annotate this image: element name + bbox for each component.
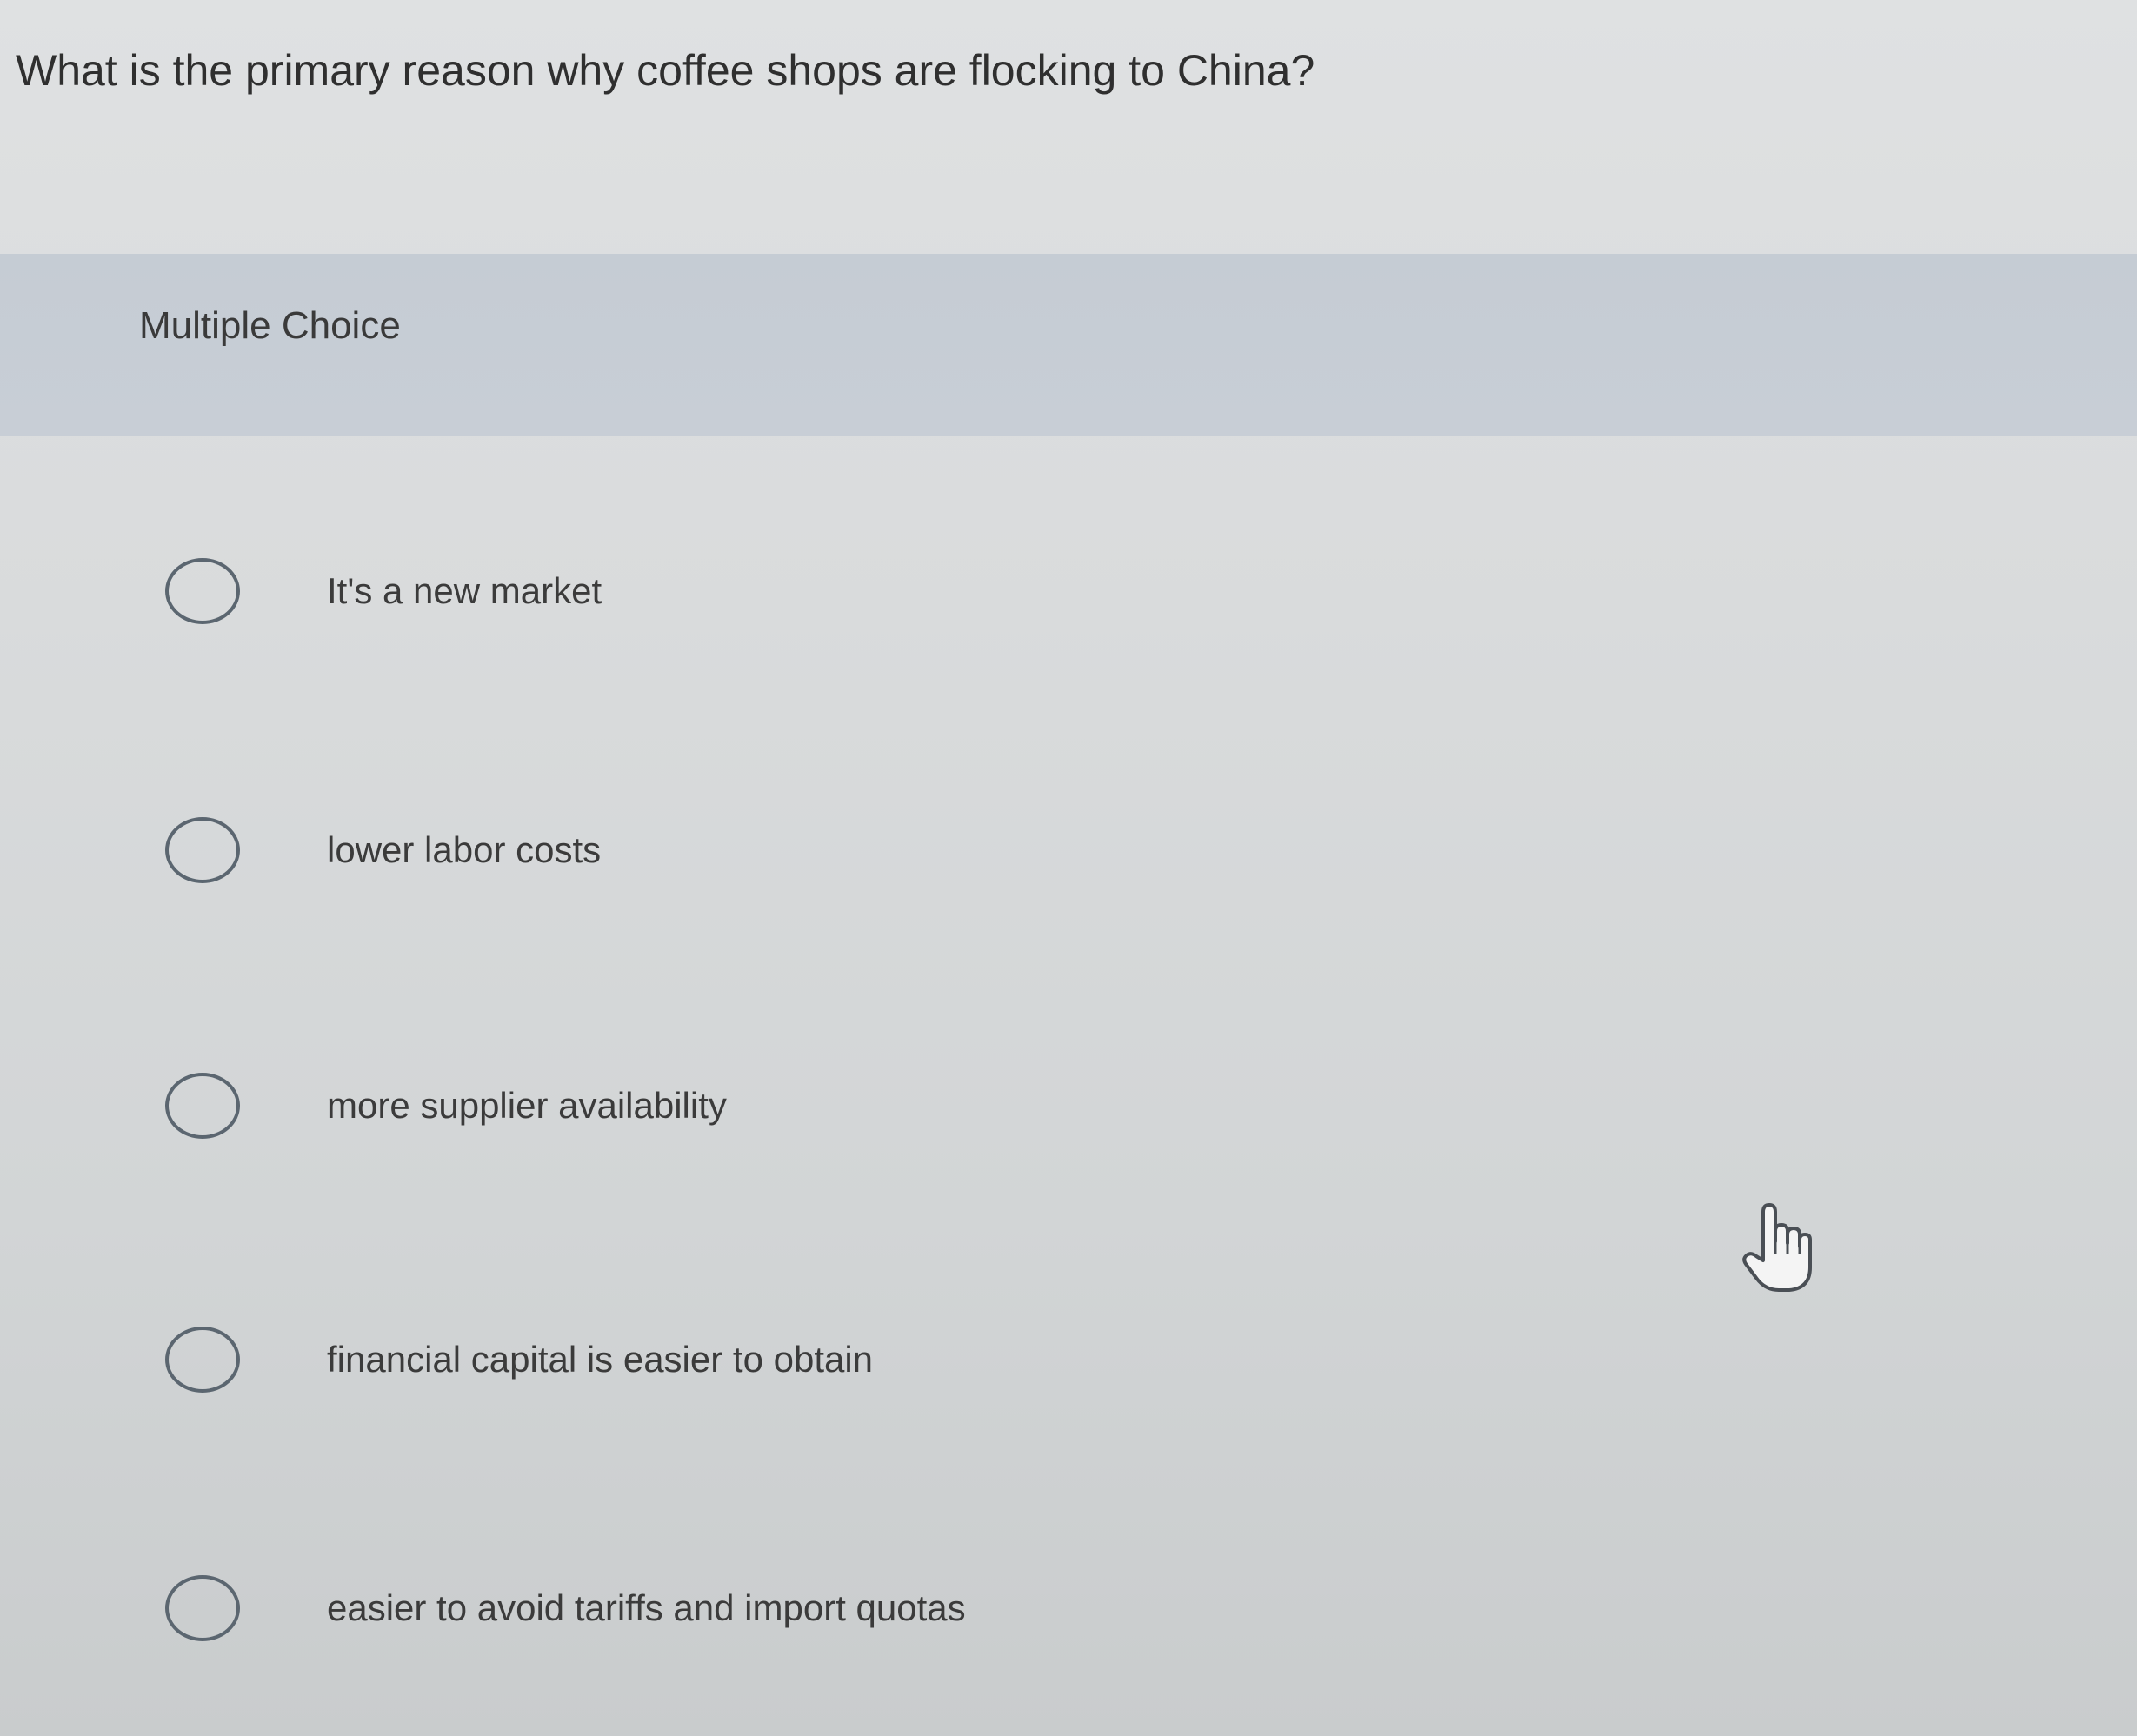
- option-label: financial capital is easier to obtain: [327, 1339, 874, 1380]
- radio-button[interactable]: [165, 1575, 240, 1641]
- hand-pointer-icon: [1742, 1203, 1812, 1292]
- option-4[interactable]: financial capital is easier to obtain: [165, 1316, 1730, 1403]
- option-label: It's a new market: [327, 570, 602, 611]
- option-1[interactable]: It's a new market: [165, 548, 1730, 635]
- option-label: more supplier availability: [327, 1085, 727, 1126]
- radio-button[interactable]: [165, 558, 240, 624]
- multiple-choice-label: Multiple Choice: [139, 304, 401, 347]
- option-3[interactable]: more supplier availability: [165, 1062, 1730, 1149]
- radio-button[interactable]: [165, 1073, 240, 1139]
- option-5[interactable]: easier to avoid tariffs and import quota…: [165, 1565, 1730, 1652]
- option-2[interactable]: lower labor costs: [165, 807, 1730, 894]
- option-label: lower labor costs: [327, 829, 602, 870]
- radio-button[interactable]: [165, 1327, 240, 1393]
- option-label: easier to avoid tariffs and import quota…: [327, 1587, 966, 1628]
- radio-button[interactable]: [165, 817, 240, 883]
- question-text: What is the primary reason why coffee sh…: [16, 46, 1315, 95]
